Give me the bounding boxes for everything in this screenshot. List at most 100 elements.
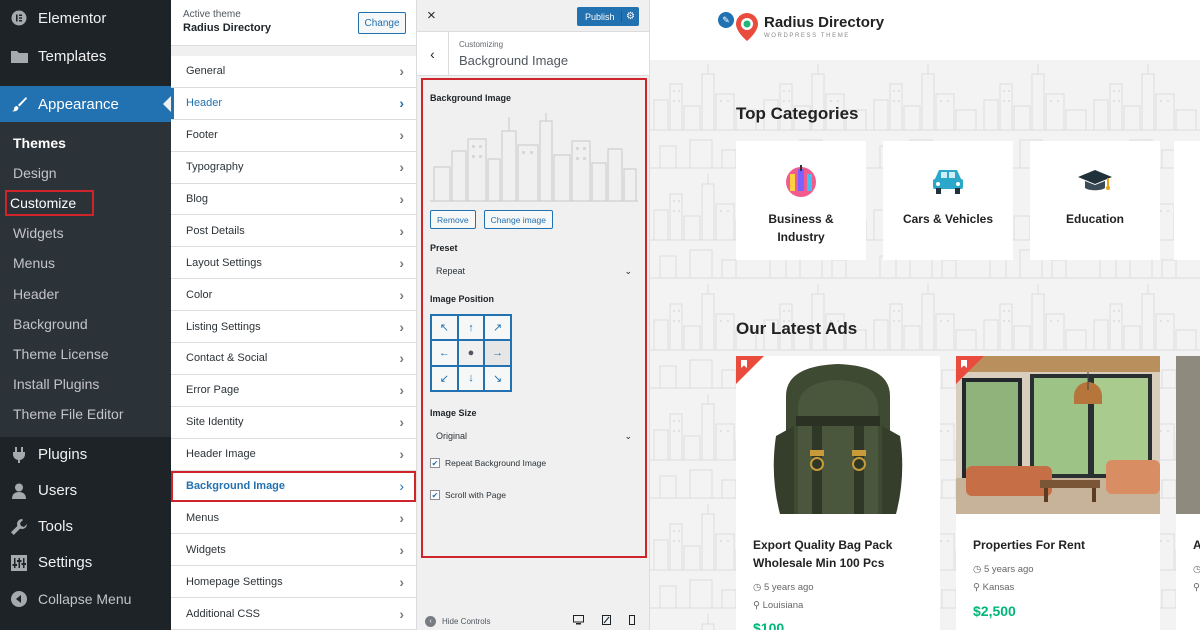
submenu-customize[interactable]: Customize <box>0 188 171 218</box>
customizer-section-listing-settings[interactable]: Listing Settings › <box>171 311 416 344</box>
submenu-install-plugins[interactable]: Install Plugins <box>0 369 171 399</box>
submenu-theme-license[interactable]: Theme License <box>0 339 171 369</box>
menu-item-elementor[interactable]: Elementor <box>0 0 171 36</box>
menu-item-plugins[interactable]: Plugins <box>0 437 171 473</box>
submenu-background[interactable]: Background <box>0 309 171 339</box>
close-icon[interactable]: × <box>427 7 436 24</box>
customizer-section-footer[interactable]: Footer › <box>171 119 416 152</box>
submenu-themes[interactable]: Themes <box>0 128 171 158</box>
chevron-right-icon: › <box>399 63 404 80</box>
preset-select[interactable]: Repeat ⌄ <box>430 258 638 284</box>
category-card-education[interactable]: Education <box>1030 141 1160 260</box>
category-card-partial[interactable] <box>1174 141 1200 260</box>
ad-time: ◷ 5 years ago <box>753 582 814 593</box>
customizer-section-label: Menus <box>186 511 220 524</box>
position-bottom-left-button[interactable]: ↙ <box>431 365 458 391</box>
image-size-select[interactable]: Original ⌄ <box>430 423 638 449</box>
bg-image-label: Background Image <box>430 93 512 103</box>
change-theme-button[interactable]: Change <box>358 12 406 34</box>
customizer-section-color[interactable]: Color › <box>171 279 416 312</box>
appearance-submenu: Themes Design Customize Widgets Menus He… <box>0 122 171 437</box>
customizer-section-background-image[interactable]: Background Image › <box>171 470 416 503</box>
customizer-section-general[interactable]: General › <box>171 56 416 88</box>
customizer-section-error-page[interactable]: Error Page › <box>171 374 416 407</box>
change-image-button[interactable]: Change image <box>483 210 553 229</box>
category-card-business[interactable]: Business & Industry <box>736 141 866 260</box>
scroll-with-page-checkbox[interactable]: ✔ <box>430 490 440 500</box>
section-header: ‹ Customizing Background Image <box>417 32 649 76</box>
collapse-menu-button[interactable]: Collapse Menu <box>0 581 171 617</box>
customizer-section-label: Site Identity <box>186 416 244 429</box>
customizer-section-label: Color <box>186 288 213 301</box>
scroll-with-page-checkbox-row[interactable]: ✔ Scroll with Page <box>430 490 638 500</box>
customizer-section-widgets[interactable]: Widgets › <box>171 534 416 567</box>
menu-label-collapse: Collapse Menu <box>38 590 132 607</box>
hide-controls-button[interactable]: Hide Controls <box>442 617 490 626</box>
customizer-section-contact-social[interactable]: Contact & Social › <box>171 343 416 375</box>
ad-card[interactable]: Export Quality Bag Pack Wholesale Min 10… <box>736 356 940 630</box>
menu-item-users[interactable]: Users <box>0 473 171 509</box>
category-label-line2: Industry <box>777 230 825 244</box>
ad-title-line2: Wholesale Min 100 Pcs <box>753 556 885 570</box>
chevron-right-icon: › <box>399 222 404 239</box>
customizer-section-menus[interactable]: Menus › <box>171 502 416 535</box>
image-position-label: Image Position <box>430 294 495 304</box>
customizer-section-site-identity[interactable]: Site Identity › <box>171 406 416 439</box>
submenu-widgets[interactable]: Widgets <box>0 218 171 248</box>
menu-item-templates[interactable]: Templates <box>0 38 171 74</box>
desktop-preview-icon[interactable] <box>573 614 584 628</box>
menu-item-tools[interactable]: Tools <box>0 509 171 545</box>
submenu-theme-file-editor[interactable]: Theme File Editor <box>0 399 171 429</box>
ad-card[interactable]: A ◷ ⚲ <box>1176 356 1200 630</box>
clock-icon: ◷ <box>973 564 982 575</box>
ad-image-partial <box>1176 356 1200 514</box>
clock-icon: ◷ <box>1193 564 1200 575</box>
menu-item-settings[interactable]: Settings <box>0 545 171 581</box>
customizer-section-homepage-settings[interactable]: Homepage Settings › <box>171 566 416 599</box>
submenu-menus[interactable]: Menus <box>0 248 171 278</box>
submenu-design[interactable]: Design <box>0 158 171 188</box>
position-top-button[interactable]: ↑ <box>457 315 485 341</box>
tablet-preview-icon[interactable] <box>602 614 611 628</box>
customizer-section-layout-settings[interactable]: Layout Settings › <box>171 247 416 280</box>
repeat-bg-checkbox[interactable]: ✔ <box>430 458 440 468</box>
gear-icon[interactable]: ⚙ <box>621 11 639 22</box>
chevron-right-icon: › <box>399 350 404 367</box>
position-left-button[interactable]: ← <box>431 340 458 366</box>
remove-image-button[interactable]: Remove <box>430 210 476 229</box>
customizer-section-label: Widgets <box>186 543 226 556</box>
ad-time: ◷ 5 years ago <box>973 564 1034 575</box>
edit-pencil-icon[interactable]: ✎ <box>718 12 734 28</box>
customizer-section-additional-css[interactable]: Additional CSS › <box>171 598 416 630</box>
chevron-right-icon: › <box>399 414 404 431</box>
position-top-right-button[interactable]: ↗ <box>484 315 511 341</box>
position-top-left-button[interactable]: ↖ <box>431 315 458 341</box>
customizer-section-header-image[interactable]: Header Image › <box>171 438 416 471</box>
customizer-section-blog[interactable]: Blog › <box>171 183 416 216</box>
menu-item-appearance[interactable]: Appearance <box>0 86 171 122</box>
image-size-label: Image Size <box>430 408 477 418</box>
position-center-button[interactable]: ● <box>457 340 485 366</box>
customizer-section-label: Post Details <box>186 224 245 237</box>
customizer-section-typography[interactable]: Typography › <box>171 151 416 184</box>
ad-card[interactable]: Properties For Rent ◷ 5 years ago ⚲ Kans… <box>956 356 1160 630</box>
chevron-left-icon[interactable]: ‹ <box>417 32 449 76</box>
category-card-cars[interactable]: Cars & Vehicles <box>883 141 1013 260</box>
submenu-header[interactable]: Header <box>0 278 171 308</box>
mobile-preview-icon[interactable] <box>629 614 635 628</box>
position-right-button[interactable]: → <box>484 340 511 366</box>
customizer-section-header[interactable]: Header › <box>171 87 416 120</box>
site-logo[interactable]: Radius Directory WORDPRESS THEME <box>718 12 884 42</box>
customizing-label: Customizing <box>459 40 504 49</box>
publish-button[interactable]: Publish ⚙ <box>577 7 639 26</box>
ad-image-living-room <box>956 356 1160 514</box>
customizer-section-post-details[interactable]: Post Details › <box>171 215 416 248</box>
publish-label: Publish <box>585 11 615 22</box>
ad-location: ⚲ Kansas <box>973 582 1015 593</box>
position-bottom-button[interactable]: ↓ <box>457 365 485 391</box>
elementor-icon <box>10 9 28 27</box>
position-bottom-right-button[interactable]: ↘ <box>484 365 511 391</box>
hide-controls-icon[interactable]: ‹ <box>425 615 436 627</box>
plug-icon <box>10 446 28 464</box>
repeat-bg-checkbox-row[interactable]: ✔ Repeat Background Image <box>430 458 638 468</box>
